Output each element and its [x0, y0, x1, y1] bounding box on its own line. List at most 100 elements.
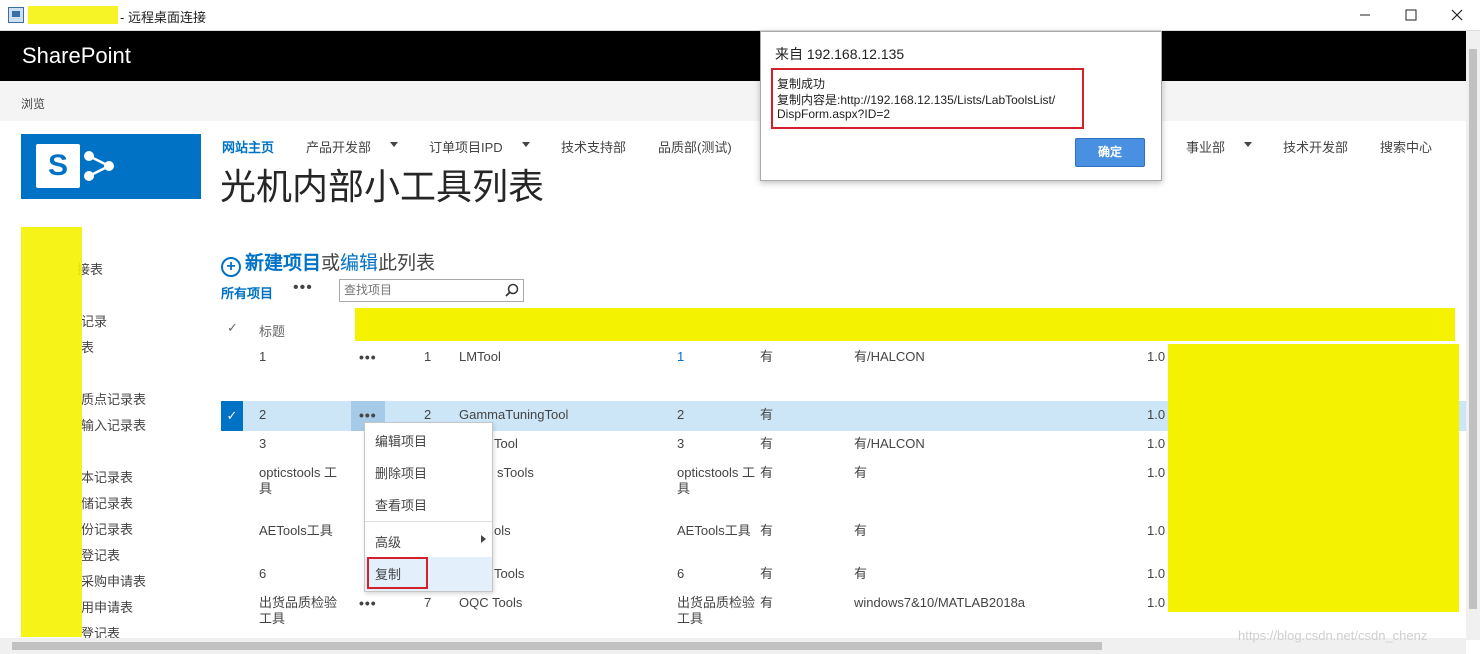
dialog-title: 来自 192.168.12.135	[775, 46, 905, 62]
nav-home[interactable]: 网站主页	[222, 137, 274, 156]
row7-has: 有	[760, 595, 774, 610]
row7-num[interactable]: 出货品质检验工具	[677, 595, 757, 627]
row4-has: 有	[760, 465, 774, 480]
maximize-icon	[1405, 9, 1417, 21]
horizontal-scroll-thumb[interactable]	[12, 642, 1102, 650]
row4-env: 有	[854, 465, 868, 480]
row3-num[interactable]: 3	[677, 436, 684, 452]
row6-num[interactable]: 6	[677, 566, 684, 582]
column-header-title[interactable]: 标题	[259, 321, 285, 340]
maximize-button[interactable]	[1388, 0, 1434, 30]
row7-ver: 1.0	[1147, 595, 1166, 610]
nav-order-ipd[interactable]: 订单项目IPD	[429, 137, 503, 156]
nav-business-unit-caret-icon[interactable]	[1244, 142, 1252, 147]
search-box	[339, 279, 524, 302]
vertical-scroll-thumb[interactable]	[1469, 49, 1477, 609]
menu-view-item[interactable]: 查看项目	[375, 495, 427, 514]
row7-name: OQC Tools	[459, 595, 523, 610]
row7-title[interactable]: 出货品质检验工具	[259, 595, 339, 627]
nav-search-center[interactable]: 搜索中心	[1380, 137, 1432, 156]
row5-has: 有	[760, 523, 774, 538]
row5-name: ols	[494, 523, 511, 538]
ql-item[interactable]: 本记录表	[81, 467, 133, 486]
nav-product-dev[interactable]: 产品开发部	[306, 137, 371, 156]
row5-ver: 1.0	[1147, 523, 1166, 538]
item-context-menu: 编辑项目 删除项目 查看项目 高级 复制	[364, 422, 493, 592]
row7-env: windows7&10/MATLAB2018a	[854, 595, 1026, 610]
minimize-button[interactable]	[1342, 0, 1388, 30]
search-icon[interactable]	[505, 283, 519, 297]
row-selected-check-icon[interactable]: ✓	[221, 401, 243, 431]
menu-delete-item[interactable]: 删除项目	[375, 463, 427, 482]
this-list-text: 此列表	[378, 253, 436, 274]
redacted-quicklaunch	[21, 227, 82, 637]
row5-num[interactable]: AETools工具	[677, 523, 757, 539]
row4-num[interactable]: opticstools 工具	[677, 465, 757, 497]
ql-item[interactable]: 表	[81, 337, 94, 356]
menu-separator	[365, 521, 492, 522]
ql-item[interactable]: 采购申请表	[81, 571, 146, 590]
row1-name: LMTool	[459, 349, 501, 364]
nav-tech-support[interactable]: 技术支持部	[561, 137, 626, 156]
edit-list-link[interactable]: 编辑	[340, 253, 378, 274]
sharepoint-brand[interactable]: SharePoint	[22, 43, 131, 69]
ql-item[interactable]: 质点记录表	[81, 389, 146, 408]
row2-ellipsis-icon[interactable]: •••	[359, 407, 377, 423]
ql-item[interactable]: 储记录表	[81, 493, 133, 512]
select-all-check-icon[interactable]: ✓	[227, 320, 238, 336]
row2-has: 有	[760, 407, 774, 422]
view-more-ellipsis[interactable]: •••	[293, 279, 313, 297]
search-input[interactable]	[340, 280, 490, 300]
or-text: 或	[321, 253, 341, 274]
add-icon[interactable]: +	[221, 257, 241, 277]
row2-num[interactable]: 2	[677, 407, 684, 423]
row2-id: 2	[424, 407, 432, 422]
nav-business-unit[interactable]: 事业部	[1186, 137, 1225, 156]
new-item-link[interactable]: 新建项目	[245, 253, 321, 274]
menu-advanced[interactable]: 高级	[375, 532, 401, 551]
row1-env: 有/HALCON	[854, 349, 925, 364]
alert-dialog: 来自 192.168.12.135 复制成功 复制内容是:http://192.…	[760, 31, 1162, 181]
minimize-icon	[1360, 14, 1370, 16]
site-logo[interactable]: S	[21, 134, 201, 199]
ribbon: 浏览	[0, 81, 1466, 121]
row3-title[interactable]: 3	[259, 436, 266, 452]
row2-name: GammaTuningTool	[459, 407, 569, 422]
ql-item[interactable]: 用申请表	[81, 597, 133, 616]
window-titlebar: - 远程桌面连接	[0, 0, 1480, 31]
nav-product-dev-caret-icon[interactable]	[390, 142, 398, 147]
row4-name: sTools	[497, 465, 534, 480]
menu-copy[interactable]: 复制	[375, 564, 401, 583]
redacted-url-column	[1168, 344, 1459, 612]
row5-env: 有	[854, 523, 868, 538]
ql-item[interactable]: 份记录表	[81, 519, 133, 538]
row6-title[interactable]: 6	[259, 566, 266, 582]
ql-item[interactable]: 记录	[81, 311, 107, 330]
row1-has: 有	[760, 349, 774, 364]
nav-tech-dev[interactable]: 技术开发部	[1283, 137, 1348, 156]
row4-title[interactable]: opticstools 工具	[259, 465, 339, 497]
nav-order-ipd-caret-icon[interactable]	[522, 142, 530, 147]
ribbon-tab-browse[interactable]: 浏览	[21, 95, 45, 112]
nav-quality[interactable]: 品质部(测试)	[658, 137, 732, 156]
row7-ellipsis-icon[interactable]: •••	[359, 595, 377, 611]
dialog-ok-button[interactable]: 确定	[1075, 138, 1145, 167]
row3-has: 有	[760, 436, 774, 451]
row1-title[interactable]: 1	[259, 349, 266, 365]
close-button[interactable]	[1434, 0, 1480, 30]
remote-desktop-icon	[8, 7, 24, 23]
view-all-items[interactable]: 所有项目	[221, 283, 273, 302]
row6-env: 有	[854, 566, 868, 581]
row1-num[interactable]: 1	[677, 349, 684, 365]
row1-ellipsis-icon[interactable]: •••	[359, 349, 377, 365]
ql-item[interactable]: 输入记录表	[81, 415, 146, 434]
row5-title[interactable]: AETools工具	[259, 523, 339, 539]
row6-has: 有	[760, 566, 774, 581]
new-item-bar: + 新建项目或编辑此列表	[221, 248, 435, 277]
row2-title[interactable]: 2	[259, 407, 266, 423]
vertical-scrollbar[interactable]	[1466, 31, 1480, 640]
ql-item[interactable]: 登记表	[81, 545, 120, 564]
row3-name: Tool	[494, 436, 518, 451]
row1-ver: 1.0	[1147, 349, 1166, 364]
menu-edit-item[interactable]: 编辑项目	[375, 431, 427, 450]
